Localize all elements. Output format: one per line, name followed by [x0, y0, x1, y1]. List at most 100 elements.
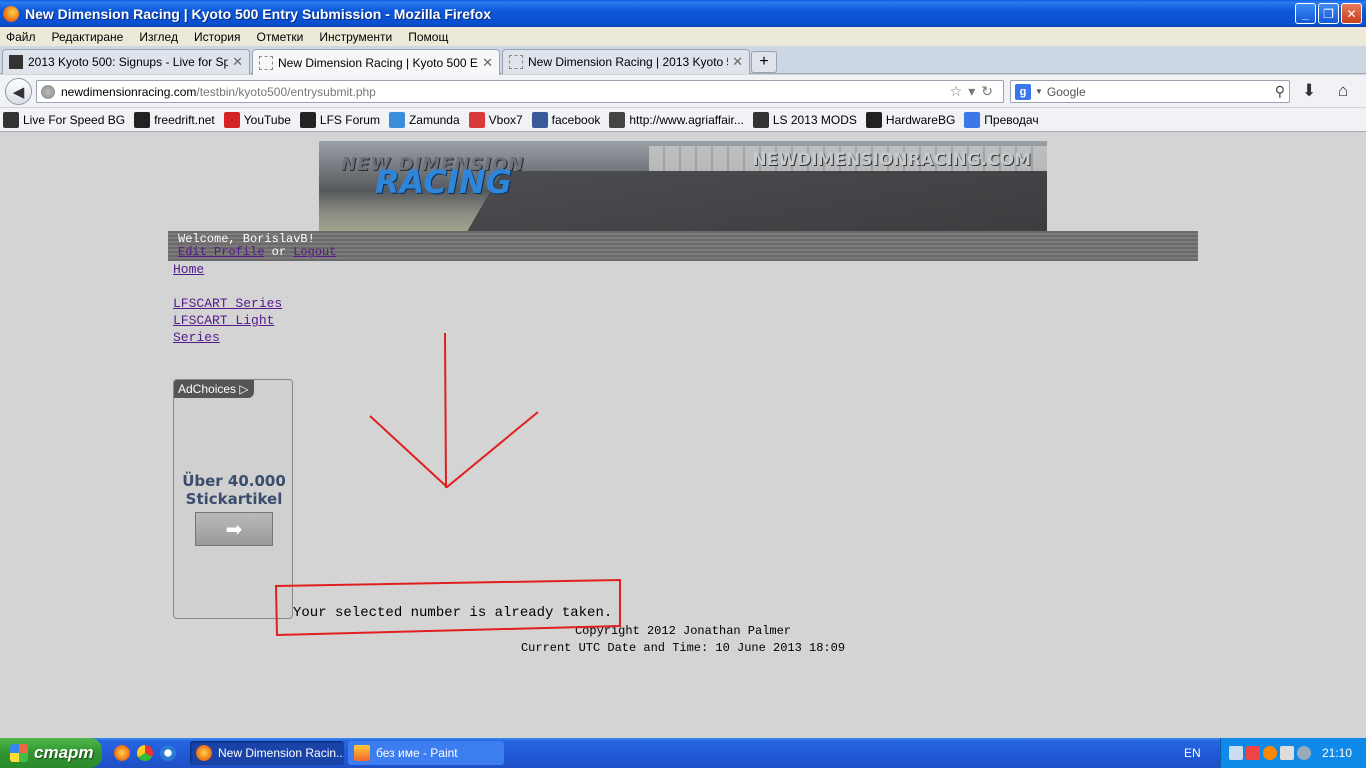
edit-profile-link[interactable]: Edit Profile [178, 245, 264, 259]
tab-close-icon[interactable]: ✕ [482, 55, 493, 71]
bookmark-item[interactable]: Zamunda [388, 111, 460, 128]
utc-datetime: Current UTC Date and Time: 10 June 2013 … [520, 641, 846, 655]
dropdown-icon[interactable]: ▾ [968, 83, 981, 99]
bookmark-label: http://www.agriaffair... [629, 112, 744, 127]
reload-icon[interactable]: ↻ [981, 83, 999, 99]
window-titlebar: New Dimension Racing | Kyoto 500 Entry S… [0, 0, 1366, 27]
language-indicator[interactable]: EN [1184, 746, 1201, 760]
window-title: New Dimension Racing | Kyoto 500 Entry S… [25, 5, 491, 22]
url-domain: newdimensionracing.com [61, 84, 197, 99]
download-icon[interactable]: ⬇ [1302, 81, 1316, 101]
menu-help[interactable]: Помощ [408, 30, 448, 44]
tab-strip: 2013 Kyoto 500: Signups - Live for Speed… [0, 46, 1366, 75]
back-button[interactable]: ◀ [5, 78, 32, 105]
windows-logo-icon [10, 744, 28, 762]
close-button[interactable]: ✕ [1341, 3, 1362, 24]
menu-bookmarks[interactable]: Отметки [257, 30, 304, 44]
bookmark-label: freedrift.net [154, 112, 215, 127]
network-icon[interactable] [1229, 746, 1243, 760]
tab-lfs-signups[interactable]: 2013 Kyoto 500: Signups - Live for Speed… [2, 49, 250, 74]
footer: Copyright 2012 Jonathan Palmer Current U… [500, 623, 866, 657]
bookmark-item[interactable]: Преводач [964, 111, 1039, 128]
chevron-down-icon[interactable]: ▼ [1035, 87, 1043, 96]
bookmark-label: LS 2013 MODS [772, 112, 857, 127]
bookmark-item[interactable]: Live For Speed BG [3, 111, 125, 128]
paint-icon [354, 745, 370, 761]
task-label: без име - Paint [376, 746, 458, 760]
lfscart-light-series-link[interactable]: LFSCART Light Series [173, 312, 298, 346]
google-icon[interactable]: g [1015, 83, 1031, 100]
ad-arrow-button[interactable]: ➡ [195, 512, 273, 546]
menu-file[interactable]: Файл [6, 30, 36, 44]
bookmark-icon [134, 111, 151, 128]
page-icon [509, 55, 523, 69]
lfs-icon [9, 55, 23, 69]
maximize-button[interactable]: ❐ [1318, 3, 1339, 24]
task-label: New Dimension Racin... [218, 746, 344, 760]
bookmark-icon [468, 111, 485, 128]
bookmark-item[interactable]: http://www.agriaffair... [609, 111, 744, 128]
bookmark-icon [3, 111, 19, 128]
banner-site-name: NEWDIMENSIONRACING.COM [752, 150, 1031, 170]
tab-kyoto-500[interactable]: New Dimension Racing | 2013 Kyoto 500 ..… [502, 49, 750, 74]
minimize-button[interactable]: _ [1295, 3, 1316, 24]
bookmark-item[interactable]: LFS Forum [299, 111, 380, 128]
banner-track [455, 171, 1047, 231]
clock: 21:10 [1322, 746, 1353, 760]
bookmark-icon [299, 111, 316, 128]
bookmark-item[interactable]: freedrift.net [134, 111, 215, 128]
lfscart-series-link[interactable]: LFSCART Series [173, 295, 298, 312]
star-icon[interactable]: ☆ [950, 83, 969, 99]
advertisement[interactable]: AdChoices ▷ Über 40.000 Stickartikel ➡ [173, 379, 293, 619]
or-text: or [271, 245, 287, 259]
media-quicklaunch-icon[interactable] [160, 745, 176, 761]
volume-icon[interactable] [1280, 746, 1294, 760]
tab-label: New Dimension Racing | Kyoto 500 Entry .… [278, 55, 478, 70]
home-icon[interactable]: ⌂ [1338, 81, 1348, 101]
bookmark-item[interactable]: facebook [531, 111, 600, 128]
antivirus-icon[interactable] [1246, 746, 1260, 760]
chrome-quicklaunch-icon[interactable] [137, 745, 153, 761]
bookmark-item[interactable]: LS 2013 MODS [752, 111, 857, 128]
search-icon[interactable]: ⚲ [1275, 83, 1285, 100]
page-content: NEW DIMENSION RACING NEWDIMENSIONRACING.… [0, 133, 1366, 738]
firefox-quicklaunch-icon[interactable] [114, 745, 130, 761]
start-button[interactable]: старт [0, 738, 102, 768]
bookmark-icon [865, 111, 882, 128]
tab-entry-submission[interactable]: New Dimension Racing | Kyoto 500 Entry .… [252, 49, 500, 75]
url-path: /testbin/kyoto500/entrysubmit.php [196, 84, 376, 99]
tray-icon[interactable] [1297, 746, 1311, 760]
bookmark-label: YouTube [243, 112, 291, 127]
tab-close-icon[interactable]: ✕ [732, 54, 743, 70]
tab-close-icon[interactable]: ✕ [232, 54, 243, 70]
search-placeholder: Google [1046, 84, 1086, 99]
tab-label: 2013 Kyoto 500: Signups - Live for Speed… [28, 55, 229, 69]
start-label: старт [34, 743, 94, 762]
bookmark-item[interactable]: YouTube [223, 111, 291, 128]
firefox-icon [196, 745, 212, 761]
bookmark-item[interactable]: Vbox7 [468, 111, 523, 128]
welcome-bar: Welcome, BorislavB! Edit Profile or Logo… [168, 231, 1198, 261]
search-bar[interactable]: g ▼ Google ⚲ [1010, 80, 1290, 103]
logout-link[interactable]: Logout [293, 245, 336, 259]
task-paint[interactable]: без име - Paint [348, 741, 504, 765]
update-icon[interactable] [1263, 746, 1277, 760]
menu-tools[interactable]: Инструменти [319, 30, 392, 44]
new-tab-button[interactable]: + [751, 51, 777, 73]
tab-label: New Dimension Racing | 2013 Kyoto 500 ..… [528, 55, 728, 69]
url-bar[interactable]: newdimensionracing.com/testbin/kyoto500/… [36, 80, 1004, 103]
menu-view[interactable]: Изглед [139, 30, 178, 44]
bookmark-label: Vbox7 [488, 112, 523, 127]
annotation-arrow [369, 332, 539, 489]
site-banner[interactable]: NEW DIMENSION RACING NEWDIMENSIONRACING.… [319, 141, 1047, 231]
adchoices-badge[interactable]: AdChoices ▷ [174, 380, 254, 398]
task-firefox[interactable]: New Dimension Racin... [190, 741, 344, 765]
bookmark-label: HardwareBG [885, 112, 956, 127]
bookmark-item[interactable]: HardwareBG [865, 111, 956, 128]
menu-edit[interactable]: Редактиране [52, 30, 124, 44]
menu-history[interactable]: История [194, 30, 241, 44]
ad-text: Über 40.000 Stickartikel [182, 472, 286, 508]
system-tray: 21:10 [1220, 738, 1366, 768]
home-link[interactable]: Home [173, 261, 298, 278]
bookmark-label: Zamunda [408, 112, 460, 127]
